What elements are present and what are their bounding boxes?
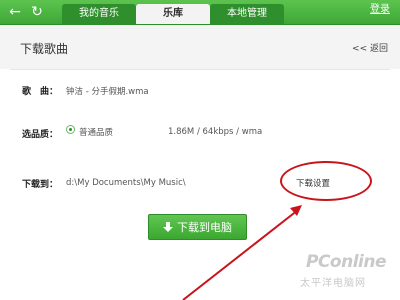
download-to-computer-button[interactable]: 下载到电脑 xyxy=(148,214,247,240)
download-button-label: 下载到电脑 xyxy=(177,221,232,234)
watermark-text: PConline xyxy=(306,252,387,272)
watermark-subtext: 太平洋电脑网 xyxy=(300,278,366,289)
watermark-logo: PConline 太平洋电脑网 xyxy=(300,252,396,292)
download-arrow-icon xyxy=(163,222,173,232)
